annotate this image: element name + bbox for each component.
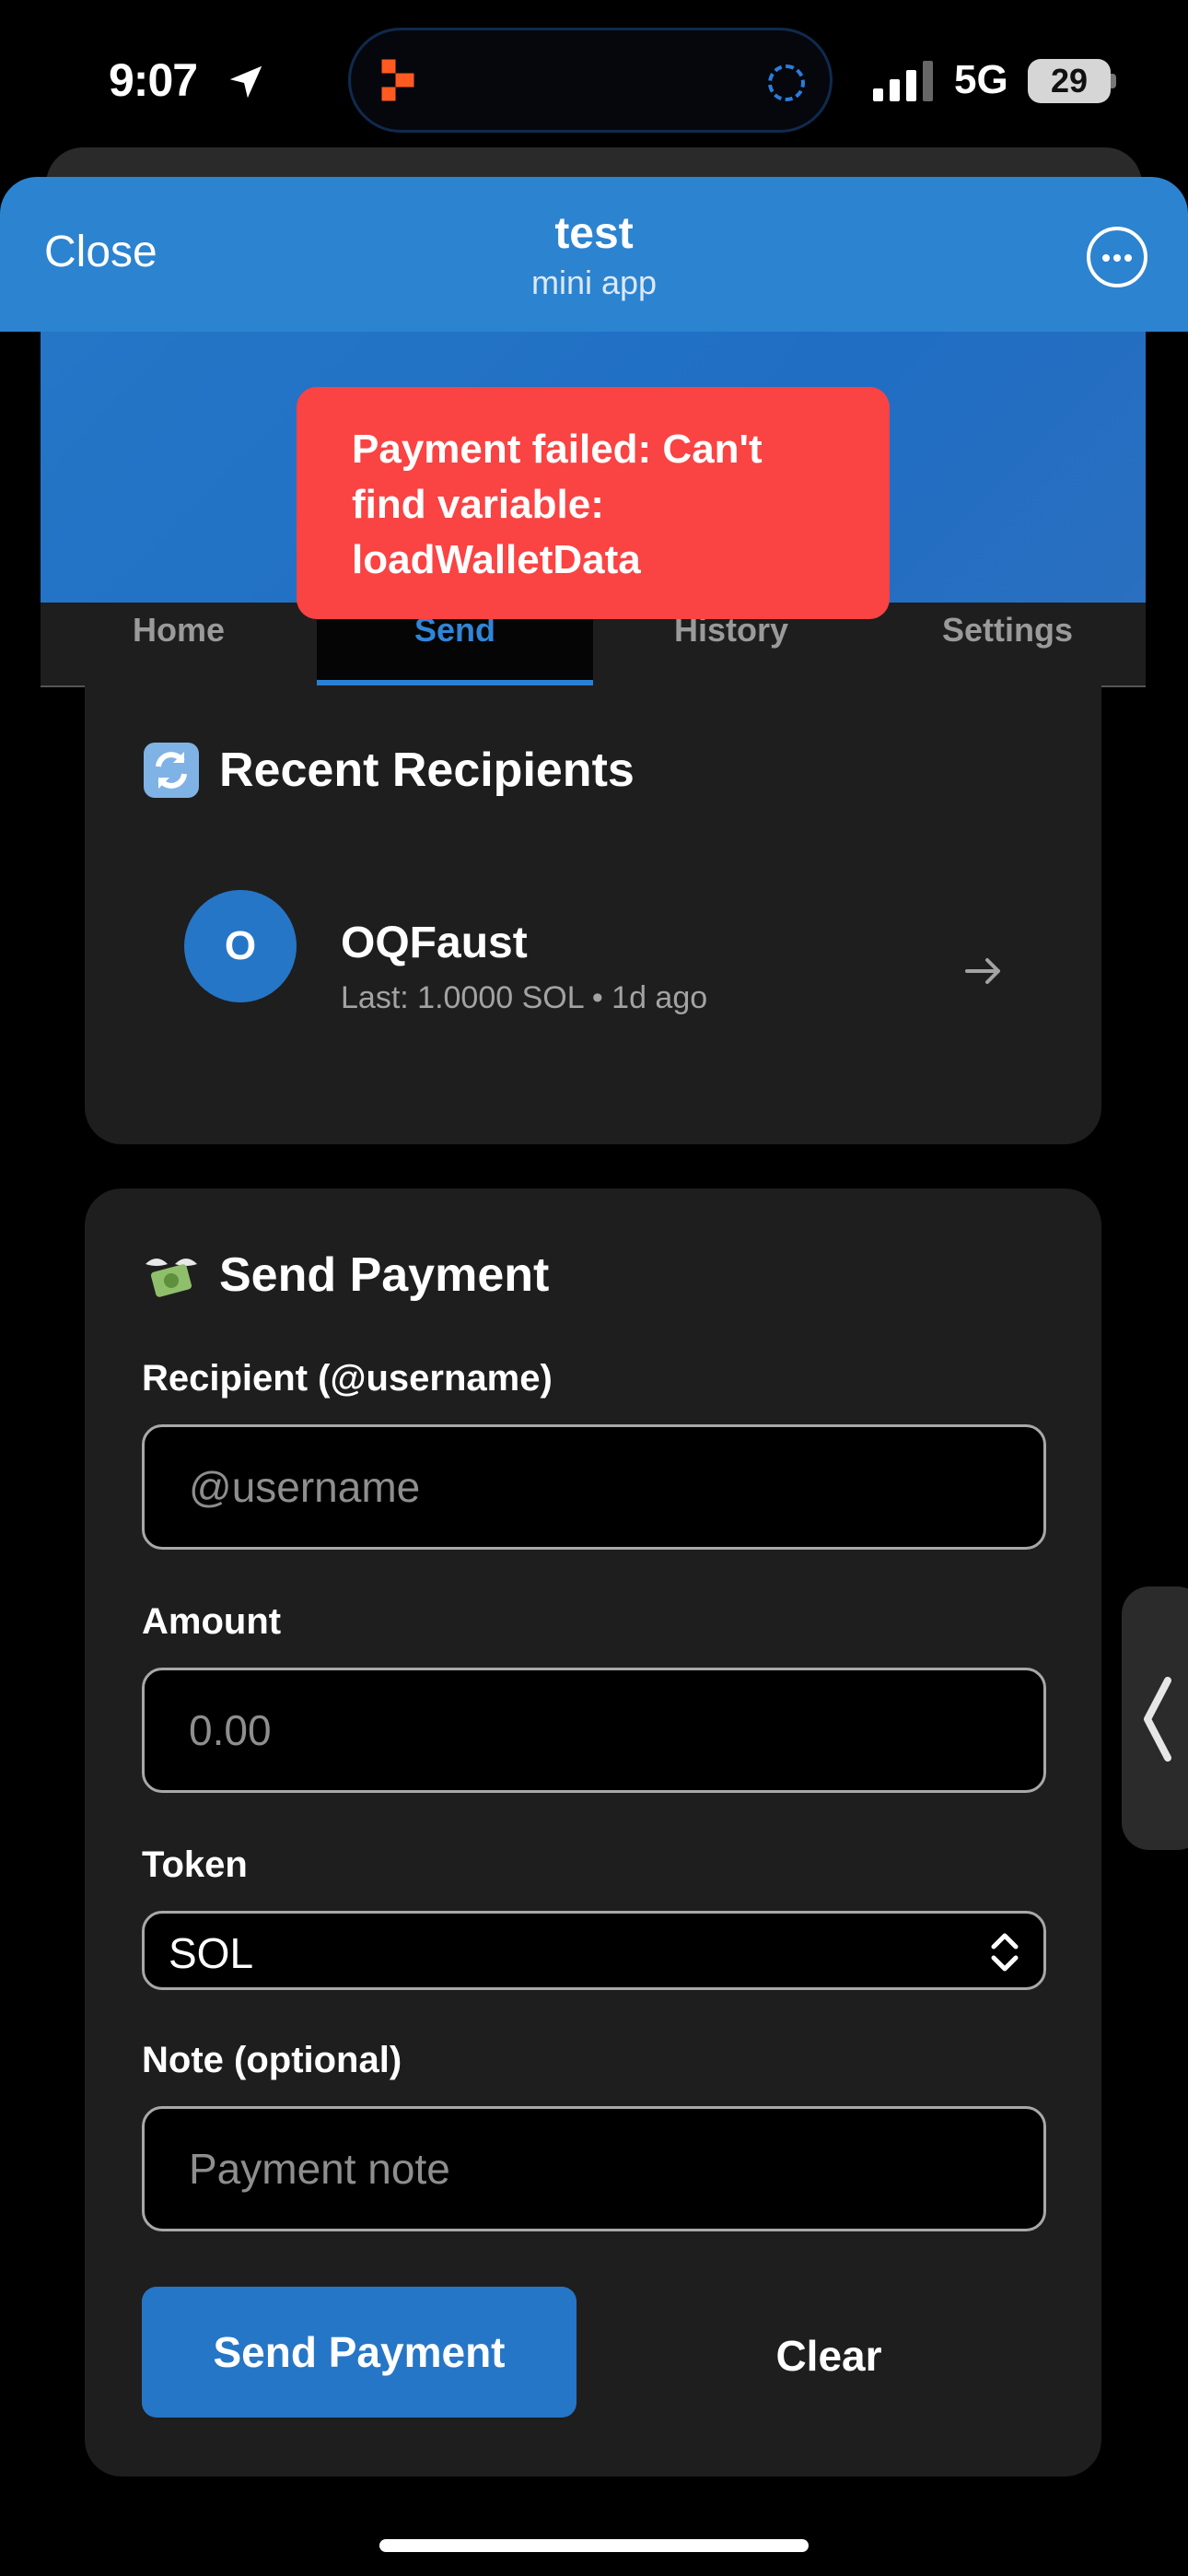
home-indicator[interactable] — [379, 2539, 809, 2552]
error-toast: Payment failed: Can't find variable: loa… — [297, 387, 890, 619]
money-wings-icon — [146, 1259, 197, 1297]
more-dot — [1102, 254, 1110, 262]
location-arrow-icon — [229, 65, 262, 99]
battery-icon: 29 — [1028, 59, 1111, 103]
amount-input[interactable] — [145, 1670, 1043, 1790]
amount-label: Amount — [142, 1601, 282, 1642]
app-subtitle: mini app — [530, 263, 658, 301]
more-options-button[interactable] — [1087, 227, 1147, 287]
app-title: test — [554, 209, 634, 258]
send-payment-title: Send Payment — [219, 1248, 550, 1302]
note-field[interactable] — [142, 2106, 1046, 2231]
recipient-field[interactable] — [142, 1424, 1046, 1550]
recipient-input[interactable] — [145, 1427, 1043, 1547]
more-dot — [1113, 254, 1121, 262]
clear-button[interactable]: Clear — [681, 2287, 976, 2418]
token-label: Token — [142, 1844, 248, 1885]
avatar: O — [184, 890, 297, 1002]
cellular-signal-icon — [873, 61, 933, 101]
app-logo-icon — [381, 59, 414, 101]
tab-home[interactable]: Home — [41, 603, 317, 685]
recipient-label: Recipient (@username) — [142, 1358, 553, 1399]
chevron-up-down-icon — [991, 1933, 1019, 1972]
note-label: Note (optional) — [142, 2040, 402, 2080]
activity-ring-icon — [768, 64, 805, 101]
chevron-left-icon — [1144, 1677, 1171, 1762]
tab-settings[interactable]: Settings — [869, 603, 1146, 685]
status-time: 9:07 — [109, 54, 198, 106]
battery-tip — [1111, 74, 1116, 88]
send-payment-button[interactable]: Send Payment — [142, 2287, 577, 2418]
more-dot — [1124, 254, 1132, 262]
token-selected-value: SOL — [169, 1929, 254, 1977]
token-select[interactable]: SOL — [142, 1911, 1046, 1990]
amount-field[interactable] — [142, 1668, 1046, 1793]
close-button[interactable]: Close — [44, 227, 157, 277]
network-type: 5G — [954, 57, 1008, 102]
recent-recipients-title: Recent Recipients — [219, 744, 635, 797]
recipient-last-payment: Last: 1.0000 SOL • 1d ago — [341, 980, 708, 1015]
recipient-name: OQFaust — [341, 919, 528, 967]
note-input[interactable] — [145, 2109, 1043, 2229]
arrow-right-icon — [965, 958, 1000, 984]
arrows-cycle-icon — [144, 743, 199, 798]
